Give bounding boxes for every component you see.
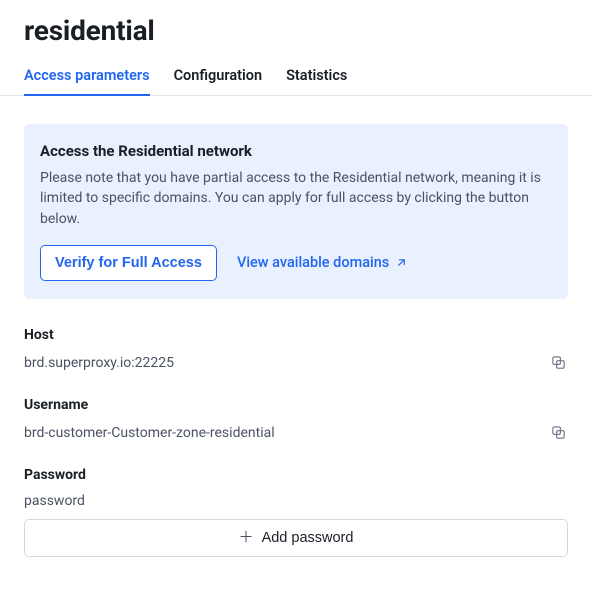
view-domains-link-label: View available domains [237, 254, 389, 271]
password-label: Password [24, 467, 568, 483]
tabs: Access parameters Configuration Statisti… [0, 67, 592, 96]
plus-icon: ＋ [239, 530, 254, 545]
external-link-icon [395, 256, 408, 269]
add-password-label: Add password [262, 530, 354, 546]
tab-access-parameters[interactable]: Access parameters [24, 67, 150, 96]
username-field: Username brd-customer-Customer-zone-resi… [24, 397, 568, 443]
page-title: residential [24, 14, 568, 47]
username-label: Username [24, 397, 568, 413]
view-available-domains-link[interactable]: View available domains [237, 254, 408, 271]
verify-full-access-button[interactable]: Verify for Full Access [40, 245, 217, 281]
copy-icon[interactable] [548, 353, 568, 373]
password-value: password [24, 493, 85, 509]
password-field: Password password ＋ Add password [24, 467, 568, 557]
tab-statistics[interactable]: Statistics [286, 67, 347, 96]
host-label: Host [24, 327, 568, 343]
host-field: Host brd.superproxy.io:22225 [24, 327, 568, 373]
notice-body: Please note that you have partial access… [40, 168, 550, 229]
host-value: brd.superproxy.io:22225 [24, 355, 174, 371]
tab-configuration[interactable]: Configuration [174, 67, 263, 96]
copy-icon[interactable] [548, 423, 568, 443]
notice-actions: Verify for Full Access View available do… [40, 245, 552, 281]
notice-title: Access the Residential network [40, 142, 552, 160]
username-value: brd-customer-Customer-zone-residential [24, 425, 275, 441]
add-password-button[interactable]: ＋ Add password [24, 519, 568, 557]
access-notice: Access the Residential network Please no… [24, 124, 568, 299]
